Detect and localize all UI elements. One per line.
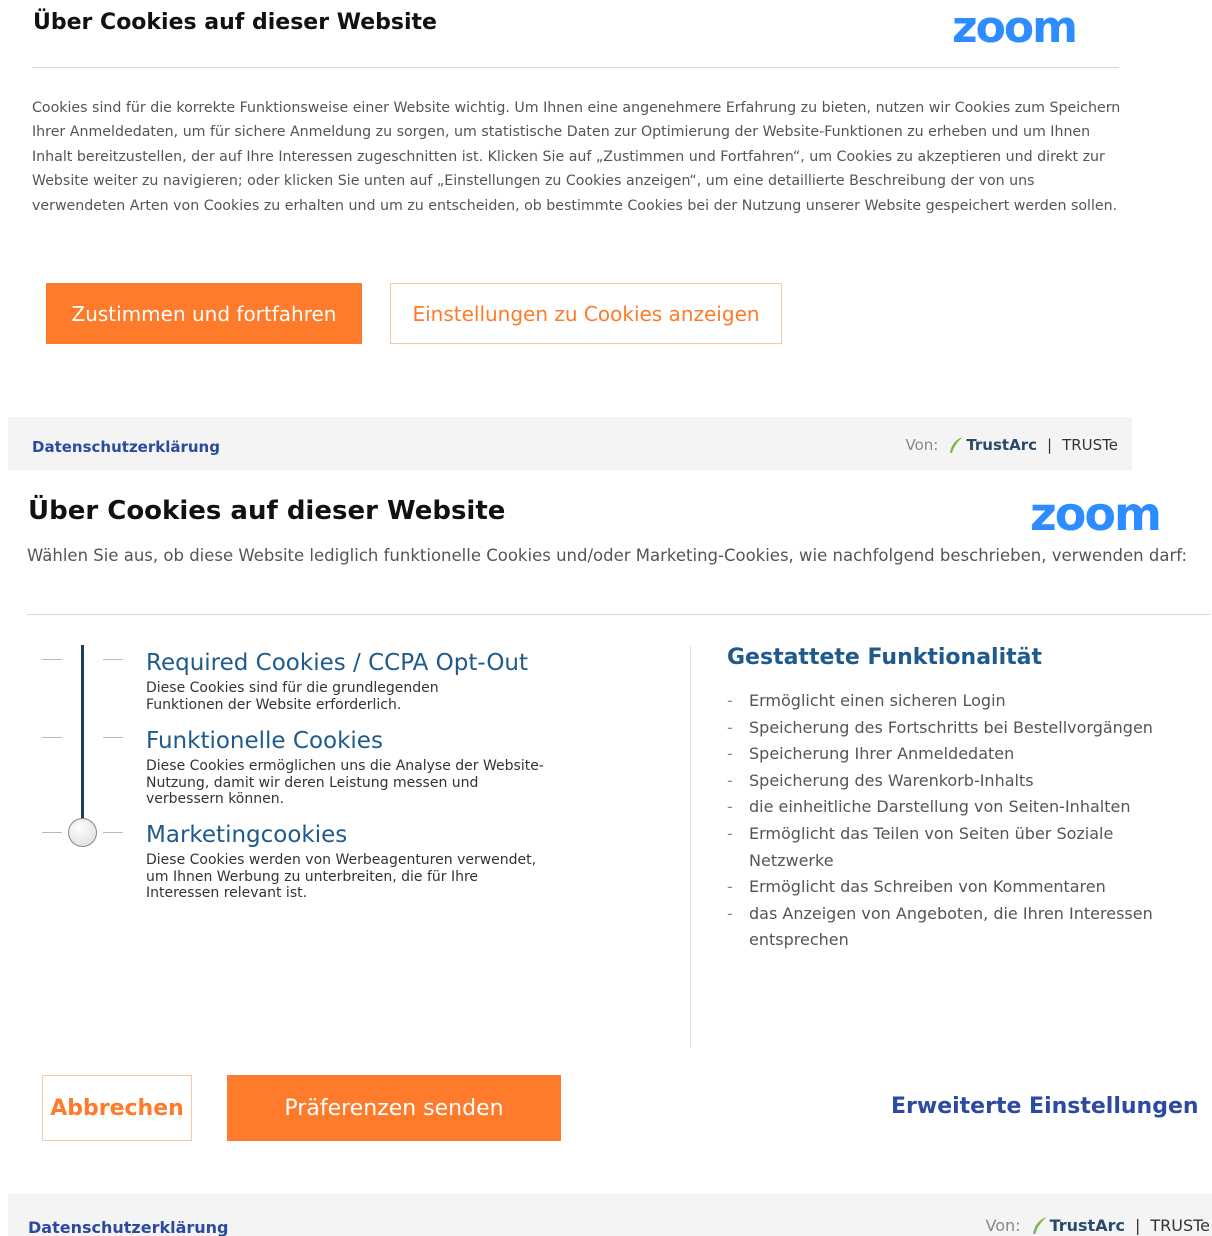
- slider-tick: [103, 659, 123, 660]
- slider-tick: [103, 737, 123, 738]
- zoom-logo: zoom: [952, 2, 1078, 53]
- column-divider: [690, 646, 691, 1048]
- category-description: Diese Cookies sind für die grundlegenden…: [146, 680, 439, 713]
- banner-footer: Datenschutzerklärung Von: TrustArc | TRU…: [8, 417, 1132, 470]
- category-title: Required Cookies / CCPA Opt-Out: [146, 650, 529, 676]
- category-marketing[interactable]: Marketingcookies Diese Cookies werden vo…: [146, 822, 566, 902]
- list-item: Ermöglicht das Teilen von Seiten über So…: [727, 821, 1147, 874]
- page-title: Über Cookies auf dieser Website: [28, 496, 506, 526]
- submit-preferences-button[interactable]: Präferenzen senden: [227, 1075, 561, 1141]
- truste-label: TRUSTe: [1062, 436, 1118, 454]
- trustarc-label: TrustArc: [966, 436, 1037, 454]
- advanced-settings-link[interactable]: Erweiterte Einstellungen: [891, 1094, 1199, 1119]
- preferences-footer: Datenschutzerklärung Von: TrustArc | TRU…: [8, 1194, 1212, 1236]
- privacy-policy-link[interactable]: Datenschutzerklärung: [28, 1218, 229, 1236]
- powered-by: Von: TrustArc | TRUSTe: [905, 436, 1118, 454]
- cookie-description: Cookies sind für die korrekte Funktionsw…: [32, 100, 1121, 214]
- allowed-functionality-list: Ermöglicht einen sicheren Login Speicher…: [727, 688, 1177, 954]
- category-required[interactable]: Required Cookies / CCPA Opt-Out Diese Co…: [146, 650, 566, 713]
- list-item: Ermöglicht das Schreiben von Kommentaren: [727, 874, 1177, 901]
- list-item: Speicherung des Warenkorb-Inhalts: [727, 768, 1177, 795]
- slider-tick: [42, 737, 62, 738]
- slider-track[interactable]: [81, 645, 84, 833]
- slider-tick: [103, 832, 123, 833]
- divider: [32, 67, 1119, 68]
- category-description: Diese Cookies werden von Werbeagenturen …: [146, 852, 537, 901]
- trustarc-brand[interactable]: TrustArc: [948, 436, 1037, 454]
- by-label: Von:: [905, 436, 939, 454]
- slider-knob[interactable]: [68, 818, 97, 847]
- page-title: Über Cookies auf dieser Website: [33, 10, 437, 35]
- slider-tick: [42, 832, 62, 833]
- cookie-banner-summary: Über Cookies auf dieser Website zoom Coo…: [0, 0, 1212, 470]
- trustarc-leaf-icon: [1032, 1217, 1047, 1234]
- list-item: Speicherung des Fortschritts bei Bestell…: [727, 715, 1177, 742]
- trustarc-label: TrustArc: [1049, 1216, 1125, 1235]
- category-title: Funktionelle Cookies: [146, 728, 383, 754]
- slider-tick: [42, 659, 62, 660]
- trustarc-leaf-icon: [950, 437, 964, 453]
- category-description: Diese Cookies ermöglichen uns die Analys…: [146, 758, 544, 807]
- divider: [27, 614, 1210, 615]
- accept-continue-button[interactable]: Zustimmen und fortfahren: [46, 283, 362, 344]
- list-item: die einheitliche Darstellung von Seiten-…: [727, 794, 1177, 821]
- list-item: Ermöglicht einen sicheren Login: [727, 688, 1177, 715]
- separator: |: [1047, 436, 1053, 454]
- preferences-subtitle: Wählen Sie aus, ob diese Website ledigli…: [27, 546, 1188, 565]
- category-functional[interactable]: Funktionelle Cookies Diese Cookies ermög…: [146, 728, 566, 808]
- powered-by: Von: TrustArc | TRUSTe: [986, 1216, 1210, 1235]
- zoom-logo: zoom: [1030, 487, 1162, 541]
- cancel-button[interactable]: Abbrechen: [42, 1075, 192, 1141]
- list-item: Speicherung Ihrer Anmeldedaten: [727, 741, 1177, 768]
- separator: |: [1134, 1216, 1141, 1235]
- by-label: Von:: [985, 1216, 1021, 1235]
- trustarc-brand[interactable]: TrustArc: [1031, 1216, 1125, 1235]
- allowed-functionality-title: Gestattete Funktionalität: [727, 645, 1043, 670]
- category-title: Marketingcookies: [146, 822, 348, 848]
- privacy-policy-link[interactable]: Datenschutzerklärung: [32, 438, 220, 456]
- list-item: das Anzeigen von Angeboten, die Ihren In…: [727, 901, 1172, 954]
- truste-label: TRUSTe: [1150, 1216, 1210, 1235]
- show-cookie-settings-button[interactable]: Einstellungen zu Cookies anzeigen: [390, 283, 782, 344]
